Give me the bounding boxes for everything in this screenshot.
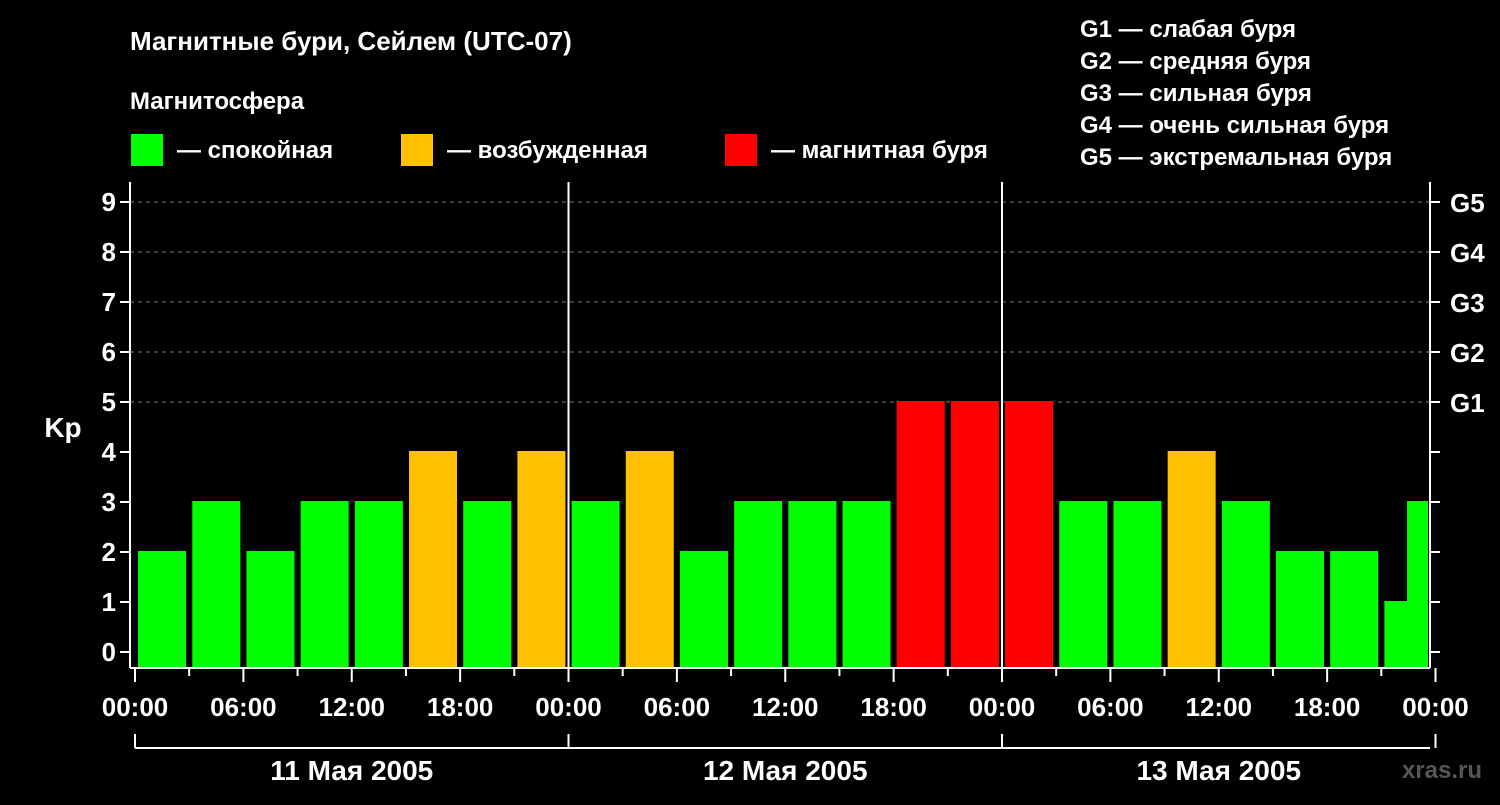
y-tick-label: 6 (102, 337, 116, 367)
legend-swatch-storm (725, 134, 757, 166)
g-tick-label: G2 (1450, 338, 1485, 368)
x-tick-label: 12:00 (319, 692, 386, 722)
kp-bar (1406, 501, 1428, 668)
y-tick-label: 9 (102, 187, 116, 217)
y-tick-label: 4 (102, 437, 117, 467)
x-tick-label: 00:00 (1402, 692, 1469, 722)
watermark: xras.ru (1402, 757, 1482, 784)
kp-bar (1059, 501, 1108, 668)
g-scale-g3: G3 — сильная буря (1080, 80, 1312, 107)
legend-swatch-quiet (131, 134, 163, 166)
legend-swatch-active (401, 134, 433, 166)
x-tick-label: 06:00 (210, 692, 277, 722)
x-tick-label: 12:00 (1186, 692, 1253, 722)
chart-figure: Магнитные бури, Сейлем (UTC-07) Магнитос… (0, 0, 1500, 800)
legend-label-quiet: — спокойная (177, 137, 333, 164)
g-scale-g2: G2 — средняя буря (1080, 48, 1311, 75)
kp-bar (409, 451, 458, 668)
kp-bar (138, 551, 187, 668)
x-tick-label: 12:00 (752, 692, 819, 722)
legend-heading: Магнитосфера (130, 88, 305, 115)
g-scale-g4: G4 — очень сильная буря (1080, 112, 1389, 139)
x-tick-label: 18:00 (1294, 692, 1361, 722)
g-tick-label: G1 (1450, 388, 1485, 418)
kp-bar (1276, 551, 1325, 668)
y-tick-label: 7 (102, 287, 116, 317)
kp-bar (571, 501, 620, 668)
y-axis-label: Kp (44, 412, 81, 443)
y-tick-label: 1 (102, 587, 116, 617)
y-tick-label: 0 (102, 637, 116, 667)
kp-bar (246, 551, 295, 668)
g-tick-label: G5 (1450, 188, 1485, 218)
x-tick-label: 06:00 (1077, 692, 1144, 722)
kp-bar (1167, 451, 1216, 668)
kp-bar (517, 451, 566, 668)
chart-title: Магнитные бури, Сейлем (UTC-07) (130, 26, 572, 56)
g-tick-label: G3 (1450, 288, 1485, 318)
x-tick-label: 18:00 (427, 692, 494, 722)
x-tick-label: 00:00 (102, 692, 169, 722)
kp-bar (950, 401, 999, 668)
day-label: 11 Мая 2005 (270, 755, 433, 786)
kp-bar (1113, 501, 1162, 668)
kp-bar (734, 501, 783, 668)
g-scale-g1: G1 — слабая буря (1080, 16, 1296, 43)
kp-chart: Магнитные бури, Сейлем (UTC-07) Магнитос… (44, 16, 1485, 786)
kp-bar (679, 551, 728, 668)
legend-label-active: — возбужденная (447, 137, 648, 164)
kp-bar (354, 501, 403, 668)
kp-bar (625, 451, 674, 668)
g-scale-g5: G5 — экстремальная буря (1080, 144, 1392, 171)
kp-bar (896, 401, 945, 668)
kp-bar (1005, 401, 1054, 668)
kp-bar (842, 501, 891, 668)
x-tick-label: 00:00 (969, 692, 1036, 722)
y-tick-label: 3 (102, 487, 116, 517)
kp-bar (788, 501, 837, 668)
kp-bar (1330, 551, 1379, 668)
x-tick-label: 06:00 (644, 692, 711, 722)
g-tick-label: G4 (1450, 238, 1485, 268)
day-label: 13 Мая 2005 (1136, 755, 1301, 786)
legend-label-storm: — магнитная буря (771, 137, 988, 164)
kp-bar (463, 501, 512, 668)
day-label: 12 Мая 2005 (703, 755, 868, 786)
y-tick-label: 8 (102, 237, 116, 267)
kp-bar (300, 501, 349, 668)
kp-bar (1221, 501, 1270, 668)
y-tick-label: 2 (102, 537, 116, 567)
y-tick-label: 5 (102, 387, 116, 417)
kp-bar (192, 501, 241, 668)
x-tick-label: 18:00 (860, 692, 927, 722)
x-tick-label: 00:00 (535, 692, 602, 722)
